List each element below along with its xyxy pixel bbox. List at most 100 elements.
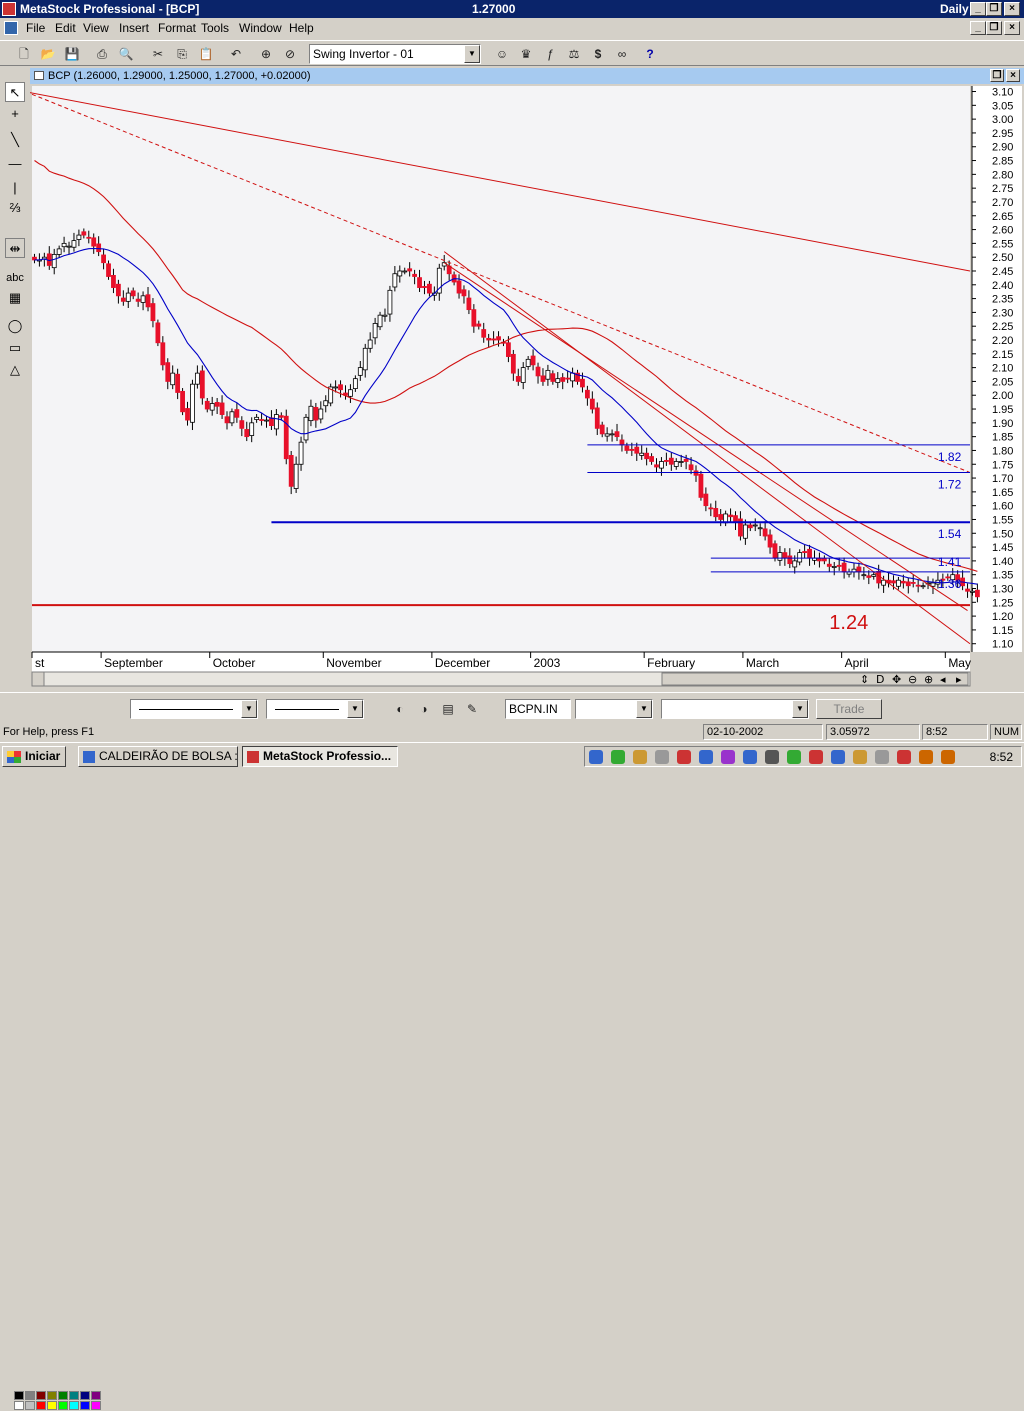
menu-file[interactable]: File — [26, 21, 45, 35]
crosshair-tool-icon[interactable]: + — [5, 104, 25, 124]
system-tester-icon[interactable]: ⚖ — [564, 44, 584, 64]
chevron-down-icon[interactable]: ▼ — [464, 45, 480, 63]
tray-sync-icon[interactable] — [787, 750, 801, 764]
tray-power-icon[interactable] — [875, 750, 889, 764]
palette-swatch[interactable] — [14, 1401, 24, 1410]
price-chart[interactable]: 3.103.05 3.00 2.95 2.90 2.852.80 2.75 2.70 2.65… — [30, 84, 1024, 690]
palette-swatch[interactable] — [58, 1391, 68, 1400]
open-icon[interactable]: 📂 — [38, 44, 58, 64]
chevron-down-icon[interactable]: ▼ — [636, 700, 652, 718]
tray-mail-icon[interactable] — [699, 750, 713, 764]
paste-icon[interactable]: 📋 — [196, 44, 216, 64]
binoculars-icon[interactable]: ∞ — [612, 44, 632, 64]
task-caldeirao[interactable]: CALDEIRÃO DE BOLSA :... — [78, 746, 238, 767]
palette-swatch[interactable] — [69, 1401, 79, 1410]
cycle-lines-icon[interactable]: ⇹ — [5, 238, 25, 258]
grid-icon[interactable]: ▦ — [5, 288, 25, 308]
chart-restore-icon[interactable]: ❐ — [990, 69, 1004, 82]
help-icon[interactable]: ? — [640, 44, 660, 64]
palette-swatch[interactable] — [47, 1391, 57, 1400]
template-select[interactable]: Swing Invertor - 01 ▼ — [309, 44, 481, 64]
formula-icon[interactable]: ƒ — [540, 44, 560, 64]
scroll-control-icon[interactable]: ◂ — [940, 673, 946, 686]
triangle-icon[interactable]: △ — [5, 360, 25, 380]
scroll-control-icon[interactable]: ▸ — [956, 673, 962, 686]
menu-window[interactable]: Window — [239, 21, 282, 35]
crosshair-icon[interactable]: ⊕ — [256, 44, 276, 64]
copy-icon[interactable]: ⎘ — [172, 44, 192, 64]
tray-app-icon[interactable] — [611, 750, 625, 764]
palette-swatch[interactable] — [58, 1401, 68, 1410]
doc-restore-icon[interactable]: ❐ — [986, 21, 1002, 35]
ellipse-icon[interactable]: ◯ — [5, 316, 25, 336]
text-icon[interactable]: abc — [5, 268, 25, 288]
pointer-icon[interactable]: ↖ — [5, 82, 25, 102]
chart-window-icon[interactable] — [34, 71, 44, 80]
zoom-icon[interactable]: ⊘ — [280, 44, 300, 64]
menu-insert[interactable]: Insert — [119, 21, 149, 35]
print-icon[interactable]: ⎙ — [92, 44, 112, 64]
symbol-field[interactable]: BCPN.IN — [505, 699, 571, 719]
horizontal-line-icon[interactable]: — — [5, 154, 25, 174]
minimize-icon[interactable]: _ — [970, 2, 986, 16]
security-select[interactable]: ▼ — [661, 699, 809, 719]
menu-format[interactable]: Format — [158, 21, 196, 35]
cut-icon[interactable]: ✂ — [148, 44, 168, 64]
layout-icon[interactable]: ▤ — [438, 699, 458, 719]
menu-edit[interactable]: Edit — [55, 21, 76, 35]
tray-crown2-icon[interactable] — [941, 750, 955, 764]
scroll-control-icon[interactable]: ⊕ — [924, 673, 933, 686]
fibonacci-icon[interactable]: ⅔ — [5, 198, 25, 218]
line-weight-select[interactable]: ▼ — [266, 699, 364, 719]
trade-button[interactable]: Trade — [816, 699, 882, 719]
tray-media-icon[interactable] — [765, 750, 779, 764]
palette-swatch[interactable] — [25, 1391, 35, 1400]
palette-swatch[interactable] — [36, 1391, 46, 1400]
palette-swatch[interactable] — [91, 1391, 101, 1400]
tray-messenger-icon[interactable] — [831, 750, 845, 764]
tray-update-icon[interactable] — [633, 750, 647, 764]
tray-shield-icon[interactable] — [809, 750, 823, 764]
palette-swatch[interactable] — [47, 1401, 57, 1410]
doc-close-icon[interactable]: × — [1004, 21, 1020, 35]
tray-antivirus-icon[interactable] — [677, 750, 691, 764]
scroll-control-icon[interactable]: ⊖ — [908, 673, 917, 686]
task-metastock[interactable]: MetaStock Professio... — [242, 746, 398, 767]
save-icon[interactable]: 💾 — [62, 44, 82, 64]
chevron-down-icon[interactable]: ▼ — [792, 700, 808, 718]
tray-alert-icon[interactable] — [897, 750, 911, 764]
tray-monitor-icon[interactable] — [655, 750, 669, 764]
tray-chat-icon[interactable] — [721, 750, 735, 764]
palette-swatch[interactable] — [36, 1401, 46, 1410]
undo-icon[interactable]: ↶ — [226, 44, 246, 64]
tray-crown-icon[interactable] — [919, 750, 933, 764]
print-preview-icon[interactable]: 🔍 — [116, 44, 136, 64]
palette-swatch[interactable] — [80, 1401, 90, 1410]
new-chart-icon[interactable]: ◐ — [390, 699, 410, 719]
tray-ie-icon[interactable] — [743, 750, 757, 764]
menu-view[interactable]: View — [83, 21, 109, 35]
document-icon[interactable] — [4, 21, 18, 35]
color-palette[interactable] — [14, 1391, 110, 1411]
tray-volume-icon[interactable] — [853, 750, 867, 764]
palette-swatch[interactable] — [91, 1401, 101, 1410]
chevron-down-icon[interactable]: ▼ — [347, 700, 363, 718]
start-button[interactable]: Iniciar — [2, 746, 66, 767]
restore-icon[interactable]: ❐ — [986, 2, 1002, 16]
scroll-control-icon[interactable]: ✥ — [892, 673, 901, 686]
open-chart-icon[interactable]: ◑ — [414, 699, 434, 719]
menu-tools[interactable]: Tools — [201, 21, 229, 35]
new-icon[interactable]: 🗋 — [14, 44, 34, 64]
doc-minimize-icon[interactable]: _ — [970, 21, 986, 35]
tray-network-icon[interactable] — [589, 750, 603, 764]
chevron-down-icon[interactable]: ▼ — [241, 700, 257, 718]
close-icon[interactable]: × — [1004, 2, 1020, 16]
exchange-select[interactable]: ▼ — [575, 699, 653, 719]
palette-swatch[interactable] — [69, 1391, 79, 1400]
palette-swatch[interactable] — [14, 1391, 24, 1400]
chart-close-icon[interactable]: × — [1006, 69, 1020, 82]
line-style-select[interactable]: ▼ — [130, 699, 258, 719]
edit-chart-icon[interactable]: ✎ — [462, 699, 482, 719]
app-icon[interactable] — [2, 2, 16, 16]
vertical-line-icon[interactable]: | — [5, 178, 25, 198]
